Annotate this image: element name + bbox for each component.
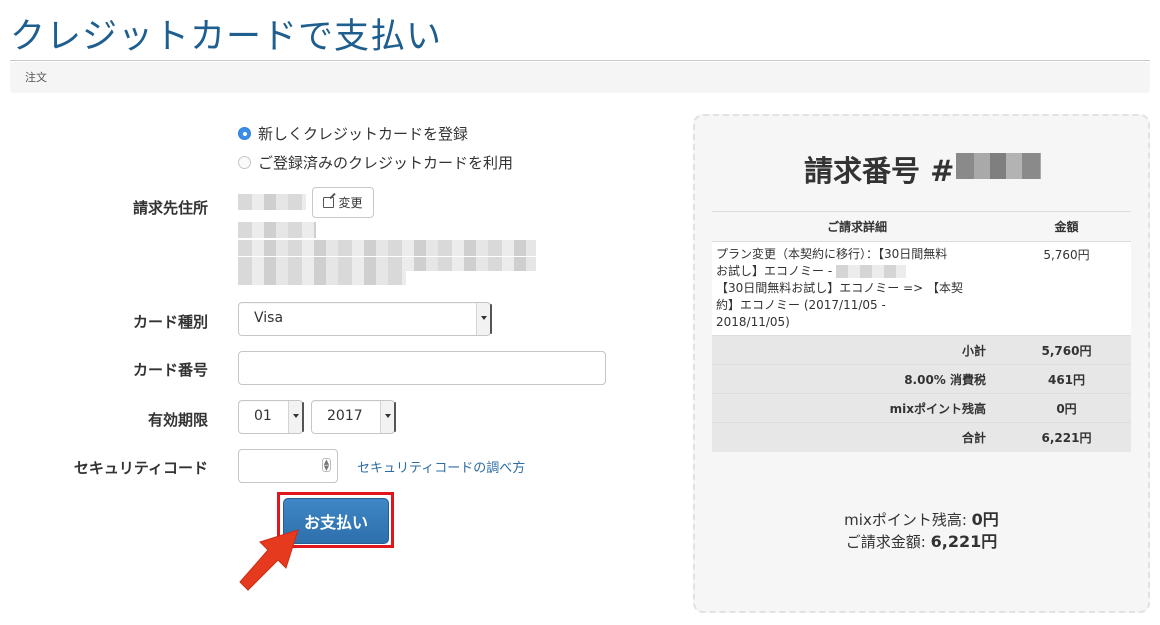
page-title: クレジットカードで支払い [10, 17, 443, 57]
invoice-title: 請求番号 # [804, 154, 955, 188]
card-number-input[interactable] [238, 351, 606, 385]
points-value: 0円 [1002, 393, 1131, 423]
title-divider [10, 60, 1150, 61]
expiry-month-select[interactable]: 01 [238, 400, 304, 434]
subtotal-value: 5,760円 [1002, 335, 1131, 365]
expiry-year-select[interactable]: 2017 [311, 400, 396, 434]
radio-existing-card[interactable]: ご登録済みのクレジットカードを利用 [238, 152, 513, 173]
security-code-label: セキュリティコード [73, 459, 208, 477]
chevron-down-icon [288, 401, 304, 433]
edit-icon [323, 197, 335, 208]
total-value: 6,221円 [1002, 422, 1131, 452]
invoice-header-amount: 金額 [1002, 211, 1131, 242]
radio-existing-card-label: ご登録済みのクレジットカードを利用 [258, 154, 514, 172]
expiry-label: 有効期限 [147, 411, 208, 429]
total-label: 合計 [712, 422, 1002, 452]
breadcrumb-item-order[interactable]: 注文 [25, 71, 47, 84]
invoice-header-detail: ご請求詳細 [712, 211, 1002, 242]
radio-new-card-button[interactable] [238, 127, 251, 140]
card-number-label: カード番号 [132, 361, 208, 379]
red-arrow-icon [239, 529, 299, 591]
chevron-down-icon [380, 401, 396, 433]
summary-billing: ご請求金額: 6,221円 [845, 532, 998, 551]
invoice-number-redacted [956, 153, 1041, 179]
billing-address-label: 請求先住所 [132, 199, 208, 217]
breadcrumb: 注文 [10, 62, 1150, 93]
tax-label: 8.00% 消費税 [712, 364, 1002, 394]
table-row: 合計 6,221円 [712, 422, 1131, 452]
expiry-year-value: 2017 [327, 408, 363, 424]
invoice-line-amount: 5,760円 [1002, 241, 1131, 336]
summary-points: mixポイント残高: 0円 [844, 510, 999, 529]
expiry-month-value: 01 [254, 408, 272, 424]
radio-new-card-label: 新しくクレジットカードを登録 [258, 125, 469, 143]
radio-existing-card-button[interactable] [238, 156, 251, 169]
billing-name-redacted [238, 194, 306, 210]
card-type-value: Visa [254, 310, 284, 326]
billing-line2-redacted [238, 240, 536, 256]
tax-value: 461円 [1002, 364, 1131, 394]
plan-name-redacted [835, 265, 906, 278]
table-row: 小計 5,760円 [712, 335, 1131, 365]
change-address-label: 変更 [338, 196, 363, 210]
invoice-line-description: プラン変更（本契約に移行）：【30日間無料 お試し】エコノミー - 【30日間無… [712, 241, 1002, 336]
table-row: プラン変更（本契約に移行）：【30日間無料 お試し】エコノミー - 【30日間無… [712, 241, 1131, 336]
change-address-button[interactable]: 変更 [312, 187, 374, 218]
stepper-icon[interactable]: ▲ ▼ [322, 458, 331, 472]
card-type-select[interactable]: Visa [238, 302, 492, 336]
billing-line4-redacted [238, 271, 406, 285]
radio-new-card[interactable]: 新しくクレジットカードを登録 [238, 123, 468, 144]
points-label: mixポイント残高 [712, 393, 1002, 423]
card-type-label: カード種別 [132, 313, 208, 331]
table-row: mixポイント残高 0円 [712, 393, 1131, 423]
billing-line3-redacted [238, 257, 536, 271]
table-row: 8.00% 消費税 461円 [712, 364, 1131, 394]
security-code-input[interactable]: ▲ ▼ [238, 449, 338, 483]
billing-line1-redacted [238, 222, 316, 238]
invoice-table: ご請求詳細 金額 プラン変更（本契約に移行）：【30日間無料 お試し】エコノミー… [712, 211, 1131, 452]
subtotal-label: 小計 [712, 335, 1002, 365]
security-code-help-link[interactable]: セキュリティコードの調べ方 [357, 457, 525, 476]
chevron-down-icon [476, 303, 492, 335]
